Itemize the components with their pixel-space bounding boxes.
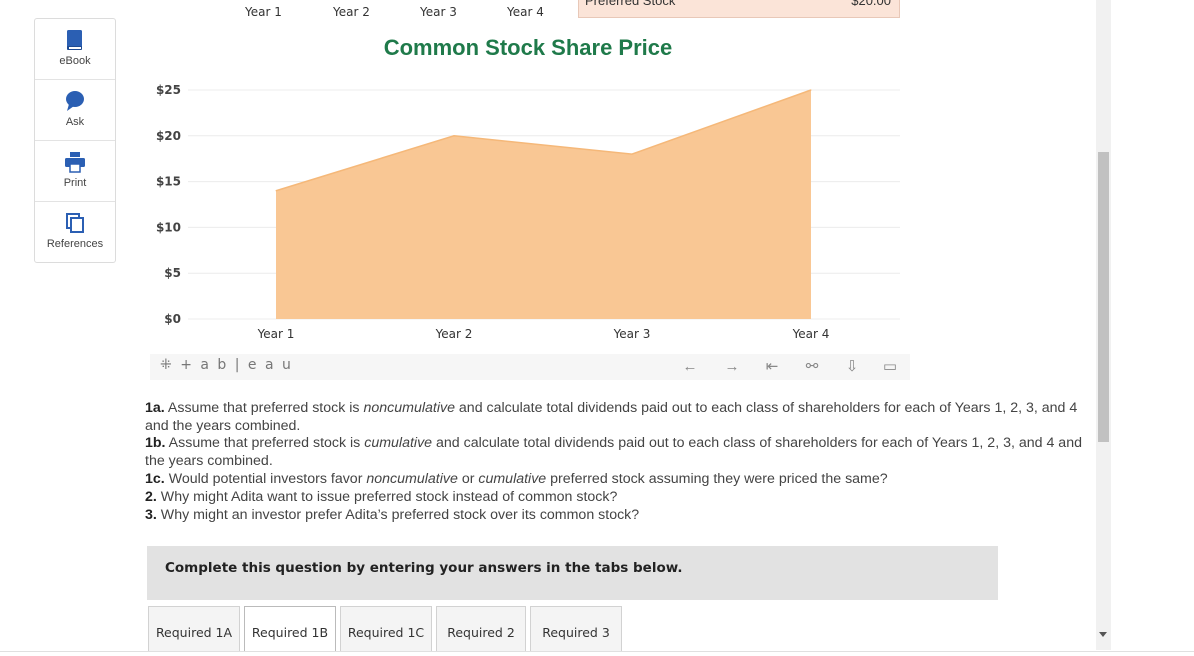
question-2: 2. Why might Adita want to issue preferr… [145, 488, 1090, 506]
tab-required-1b[interactable]: Required 1B [244, 606, 336, 652]
question-number: 1b. [145, 435, 166, 451]
download-icon[interactable]: ⇩ [842, 357, 862, 377]
page-scrollbar[interactable] [1096, 0, 1111, 650]
tableau-logo-text: + a b | e a u [180, 357, 293, 373]
fullscreen-icon[interactable]: ▭ [880, 357, 900, 377]
question-text: Why might an investor prefer Adita’s pre… [160, 507, 640, 523]
y-tick-label: $15 [156, 175, 181, 189]
y-tick-label: $0 [164, 312, 181, 326]
y-tick-label: $20 [156, 129, 181, 143]
share-icon[interactable]: ⚯ [802, 357, 822, 377]
question-text: Assume that preferred stock is [168, 435, 365, 451]
scroll-down-arrow-icon[interactable] [1099, 632, 1107, 637]
question-1b: 1b. Assume that preferred stock is cumul… [145, 434, 1090, 470]
question-emphasis: noncumulative [363, 400, 455, 416]
scrollbar-thumb[interactable] [1098, 152, 1109, 442]
question-text: or [457, 471, 479, 487]
x-tick-label: Year 4 [792, 327, 830, 341]
question-emphasis: noncumulative [366, 471, 458, 487]
tab-required-2[interactable]: Required 2 [436, 606, 526, 652]
tab-required-3[interactable]: Required 3 [530, 606, 622, 652]
share-price-chart: $25 $20 $15 $10 $5 $0 Year 1 Year 2 Year 3 Year 4 [156, 83, 900, 341]
question-1a: 1a. Assume that preferred stock is noncu… [145, 399, 1090, 435]
tab-required-1c[interactable]: Required 1C [340, 606, 432, 652]
question-text: Assume that preferred stock is [167, 400, 364, 416]
question-number: 3. [145, 507, 157, 523]
question-emphasis: cumulative [478, 471, 547, 487]
data-point [453, 135, 455, 137]
data-point [275, 190, 277, 192]
question-text: preferred stock assuming they were price… [546, 471, 888, 487]
y-tick-label: $5 [164, 266, 181, 280]
question-number: 2. [145, 489, 157, 505]
x-tick-label: Year 3 [613, 327, 651, 341]
y-tick-label: $10 [156, 220, 181, 234]
y-tick-label: $25 [156, 83, 181, 97]
series-area [276, 90, 811, 319]
redo-icon[interactable]: → [722, 357, 742, 377]
revert-icon[interactable]: ⇤ [762, 357, 782, 377]
data-point [810, 89, 812, 91]
question-emphasis: cumulative [364, 435, 433, 451]
question-text: Why might Adita want to issue preferred … [160, 489, 618, 505]
page: eBook Ask Print References Year 1 Year 2… [0, 0, 1194, 656]
question-3: 3. Why might an investor prefer Adita’s … [145, 506, 1090, 524]
instructions-panel: Complete this question by entering your … [147, 546, 998, 600]
x-tick-label: Year 2 [435, 327, 473, 341]
question-1c: 1c. Would potential investors favor nonc… [145, 470, 1090, 488]
tableau-toolbar: ⁜ + a b | e a u ← → ⇤ ⚯ ⇩ ▭ [150, 354, 910, 380]
instructions-text: Complete this question by entering your … [165, 560, 683, 576]
tableau-logo: ⁜ + a b | e a u [160, 357, 293, 373]
undo-icon[interactable]: ← [680, 357, 700, 377]
question-number: 1c. [145, 471, 165, 487]
question-text: Would potential investors favor [168, 471, 367, 487]
question-number: 1a. [145, 400, 165, 416]
data-point [631, 153, 633, 155]
x-tick-label: Year 1 [257, 327, 295, 341]
divider [0, 651, 1194, 652]
tab-required-1a[interactable]: Required 1A [148, 606, 240, 652]
